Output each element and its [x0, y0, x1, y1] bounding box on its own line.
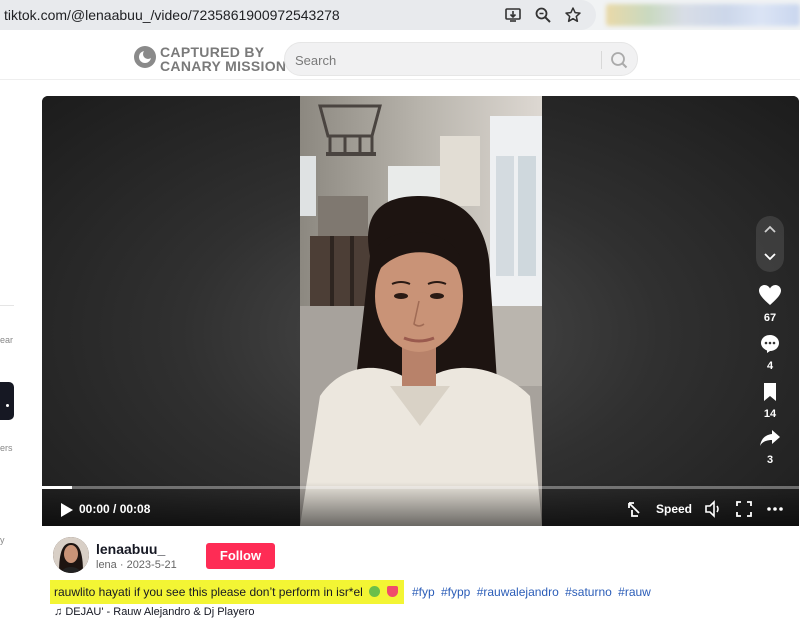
avatar-image — [53, 537, 89, 573]
search-divider — [601, 51, 602, 69]
progress-fill — [42, 486, 73, 489]
site-header: CAPTURED BY CANARY MISSION — [0, 30, 800, 80]
hashtag-link[interactable]: #rauwalejandro — [477, 585, 559, 599]
music-label[interactable]: DEJAU' - Rauw Alejandro & Dj Playero — [65, 606, 254, 618]
chevron-up-icon[interactable] — [764, 224, 776, 234]
time-display: 00:00 / 00:08 — [79, 502, 151, 516]
more-icon[interactable] — [766, 506, 784, 512]
video-frame[interactable] — [300, 96, 542, 526]
heart-bandage-icon — [386, 586, 398, 597]
install-app-icon[interactable] — [504, 6, 522, 24]
music-note-icon: ♫ — [54, 606, 63, 618]
music-link[interactable]: ♫ DEJAU' - Rauw Alejandro & Dj Playero — [54, 606, 255, 618]
follow-button[interactable]: Follow — [206, 543, 275, 569]
progress-bar[interactable] — [42, 486, 799, 489]
hashtag-link[interactable]: #fyp — [412, 585, 435, 599]
speed-button[interactable]: Speed — [656, 502, 692, 516]
url-field[interactable]: tiktok.com/@lenaabuu_/video/723586190097… — [0, 0, 596, 30]
sidebar-fragment: ers — [0, 443, 13, 453]
sidebar-dark-button[interactable] — [0, 382, 14, 420]
caption: rauwlito hayati if you see this please d… — [50, 580, 654, 604]
sidebar-fragment: y — [0, 535, 5, 545]
browser-address-bar: tiktok.com/@lenaabuu_/video/723586190097… — [0, 0, 800, 30]
search-bar[interactable] — [284, 42, 638, 76]
search-icon[interactable] — [607, 49, 631, 71]
sidebar-dot — [6, 404, 9, 407]
heart-icon[interactable] — [758, 284, 782, 306]
bookmark-count: 14 — [763, 408, 777, 420]
nauseated-face-icon — [369, 586, 381, 597]
author-subline: lena · 2023-5-21 — [96, 559, 177, 571]
hashtags: #fyp #fypp #rauwalejandro #saturno #rauw — [412, 580, 654, 604]
zoom-icon[interactable] — [534, 6, 552, 24]
sidebar-divider — [0, 305, 14, 306]
extension-toolbar[interactable] — [606, 4, 800, 26]
bookmark-action[interactable]: 14 — [756, 382, 784, 420]
search-input[interactable] — [295, 50, 595, 70]
caption-highlight: rauwlito hayati if you see this please d… — [50, 580, 404, 604]
volume-icon[interactable] — [704, 500, 722, 518]
comment-action[interactable]: 4 — [756, 334, 784, 372]
video-player[interactable]: 00:00 / 00:08 Speed 67 4 14 3 — [42, 96, 799, 526]
fullscreen-icon[interactable] — [736, 501, 752, 517]
author-username[interactable]: lenaabuu_ — [96, 541, 165, 557]
hashtag-link[interactable]: #rauw — [618, 585, 651, 599]
like-action[interactable]: 67 — [756, 284, 784, 324]
canary-logo-icon — [134, 46, 156, 68]
logo-text-line2: CANARY MISSION — [160, 58, 287, 74]
caption-text: rauwlito hayati if you see this please d… — [54, 585, 363, 599]
bookmark-icon[interactable] — [762, 382, 778, 402]
bookmark-star-icon[interactable] — [564, 6, 582, 24]
share-count: 3 — [766, 454, 774, 466]
chevron-down-icon[interactable] — [764, 252, 776, 262]
comment-icon[interactable] — [760, 334, 780, 354]
hashtag-link[interactable]: #fypp — [441, 585, 470, 599]
url-text[interactable]: tiktok.com/@lenaabuu_/video/723586190097… — [4, 7, 340, 23]
share-icon[interactable] — [759, 428, 781, 448]
comment-count: 4 — [766, 360, 774, 372]
float-icon[interactable] — [626, 500, 642, 518]
avatar[interactable] — [53, 537, 89, 573]
sidebar-fragment: ear — [0, 335, 14, 345]
hashtag-link[interactable]: #saturno — [565, 585, 612, 599]
share-action[interactable]: 3 — [756, 428, 784, 466]
like-count: 67 — [763, 312, 777, 324]
video-nav — [756, 216, 784, 272]
play-icon[interactable] — [60, 502, 74, 518]
